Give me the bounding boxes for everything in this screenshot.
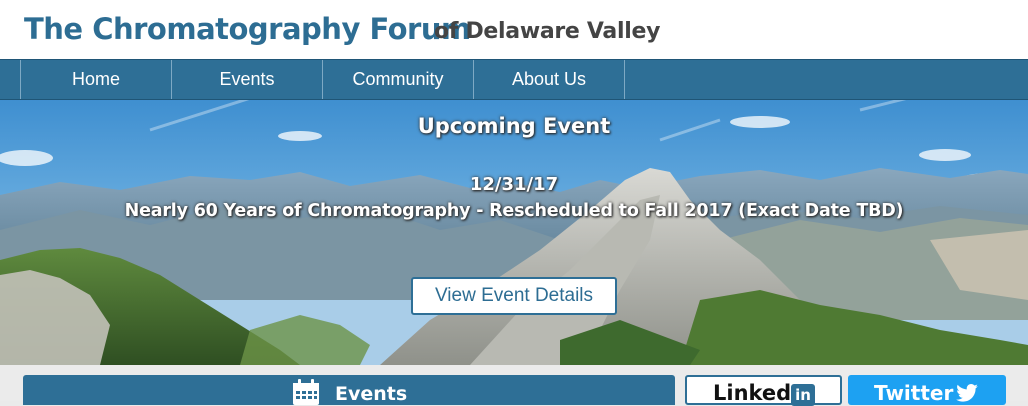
- events-panel-label: Events: [335, 383, 408, 405]
- linkedin-in-icon: in: [791, 384, 815, 406]
- hero-banner: Upcoming Event 12/31/17 Nearly 60 Years …: [0, 100, 1028, 365]
- site-title[interactable]: The Chromatography Forum: [24, 12, 471, 46]
- site-subtitle: of Delaware Valley: [434, 19, 661, 44]
- site-header: The Chromatography Forum of Delaware Val…: [0, 0, 1028, 60]
- mountain-panorama-image: [0, 100, 1028, 365]
- twitter-label: Twitter: [874, 381, 954, 405]
- nav-item-community[interactable]: Community: [322, 60, 473, 99]
- event-title: Nearly 60 Years of Chromatography - Resc…: [124, 201, 904, 221]
- calendar-icon: [293, 379, 319, 405]
- upcoming-event-heading: Upcoming Event: [417, 114, 611, 138]
- nav-item-about-us[interactable]: About Us: [473, 60, 625, 99]
- page: The Chromatography Forum of Delaware Val…: [0, 0, 1028, 406]
- twitter-bird-icon: [956, 384, 978, 402]
- view-event-details-button[interactable]: View Event Details: [411, 277, 617, 315]
- main-nav: Home Events Community About Us: [0, 59, 1028, 100]
- nav-item-events[interactable]: Events: [171, 60, 322, 99]
- nav-item-home[interactable]: Home: [20, 60, 171, 99]
- event-date: 12/31/17: [469, 174, 559, 195]
- content-row: Events Linked in Twitter: [0, 365, 1028, 406]
- linkedin-label: Linked: [713, 381, 792, 405]
